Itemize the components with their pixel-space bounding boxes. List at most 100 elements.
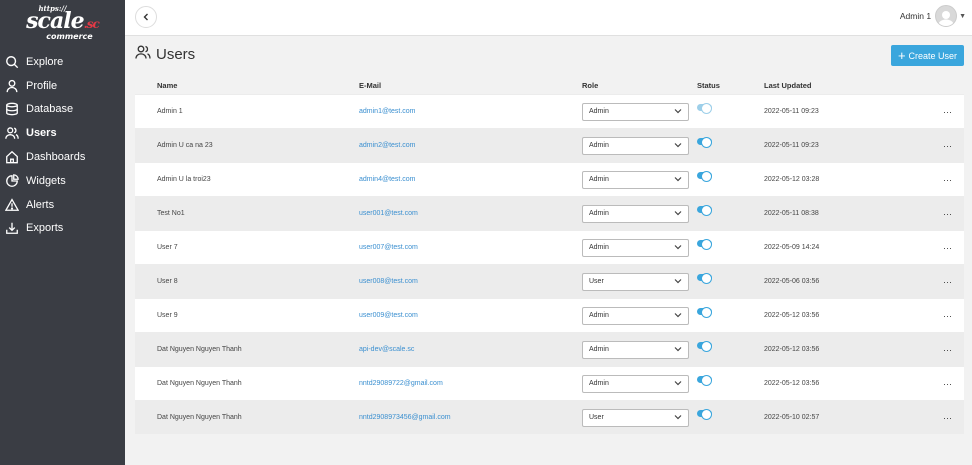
- header-role[interactable]: Role: [582, 81, 598, 90]
- sidebar: https:// scale.sc commerce Explore Profi…: [0, 0, 125, 465]
- table-row: Dat Nguyen Nguyen Thanh api-dev@scale.sc A…: [135, 332, 964, 366]
- more-actions-icon[interactable]: ···: [943, 277, 952, 287]
- sidebar-item-label: Database: [26, 103, 74, 116]
- users-table: Name E-Mail Role Status Last Updated Adm…: [135, 76, 964, 434]
- status-toggle[interactable]: [697, 171, 712, 182]
- user-email-link[interactable]: api-dev@scale.sc: [359, 346, 414, 353]
- user-email-link[interactable]: nntd29089722@gmail.com: [359, 380, 443, 387]
- last-updated-cell: 2022-05-06 03:56: [764, 278, 820, 285]
- status-toggle[interactable]: [697, 307, 712, 318]
- user-name: Admin 1: [899, 11, 932, 21]
- role-select[interactable]: Admin: [582, 204, 689, 223]
- last-updated-cell: 2022-05-10 02:57: [764, 414, 820, 421]
- last-updated-cell: 2022-05-12 03:28: [764, 176, 820, 183]
- chevron-down-icon: [674, 108, 682, 116]
- back-button[interactable]: [135, 6, 157, 28]
- database-icon: [5, 102, 19, 116]
- status-toggle[interactable]: [697, 137, 712, 148]
- create-user-button[interactable]: + Create User: [891, 45, 964, 66]
- user-name-cell: User 8: [157, 278, 178, 285]
- role-select[interactable]: Admin: [582, 340, 689, 359]
- header-last-updated[interactable]: Last Updated: [764, 81, 812, 90]
- status-toggle[interactable]: [697, 205, 712, 216]
- user-name-cell: Admin 1: [157, 108, 183, 115]
- header-status[interactable]: Status: [697, 81, 720, 90]
- more-actions-icon[interactable]: ···: [943, 107, 952, 117]
- status-toggle[interactable]: [697, 273, 712, 284]
- more-actions-icon[interactable]: ···: [943, 345, 952, 355]
- user-email-link[interactable]: user008@test.com: [359, 278, 418, 285]
- role-select[interactable]: User: [582, 408, 689, 427]
- chevron-down-icon: [674, 142, 682, 150]
- chevron-down-icon: [674, 414, 682, 422]
- logo[interactable]: https:// scale.sc commerce: [0, 0, 125, 42]
- table-row: Dat Nguyen Nguyen Thanh nntd29089722@gmai…: [135, 366, 964, 400]
- more-actions-icon[interactable]: ···: [943, 141, 952, 151]
- table-row: Admin U la troi23 admin4@test.com Admin 202…: [135, 162, 964, 196]
- role-select-value: Admin: [589, 380, 609, 387]
- role-select[interactable]: Admin: [582, 136, 689, 155]
- table-header: Name E-Mail Role Status Last Updated: [135, 76, 964, 94]
- user-menu[interactable]: Admin 1 ▼: [900, 5, 966, 27]
- last-updated-cell: 2022-05-12 03:56: [764, 312, 820, 319]
- role-select[interactable]: Admin: [582, 374, 689, 393]
- user-email-link[interactable]: user007@test.com: [359, 244, 418, 251]
- user-name-cell: Test No1: [157, 210, 185, 217]
- status-toggle[interactable]: [697, 375, 712, 386]
- user-email-link[interactable]: nntd2908973456@gmail.com: [359, 414, 451, 421]
- last-updated-cell: 2022-05-11 08:38: [764, 210, 819, 217]
- sidebar-item-dashboards[interactable]: Dashboards: [0, 145, 125, 169]
- role-select[interactable]: Admin: [582, 238, 689, 257]
- more-actions-icon[interactable]: ···: [943, 175, 952, 185]
- more-actions-icon[interactable]: ···: [943, 413, 952, 423]
- header-name[interactable]: Name: [157, 81, 177, 90]
- sidebar-item-label: Alerts: [26, 198, 55, 211]
- role-select-value: User: [589, 414, 604, 421]
- role-select[interactable]: User: [582, 272, 689, 291]
- role-select[interactable]: Admin: [582, 170, 689, 189]
- create-user-label: Create User: [908, 50, 958, 61]
- sidebar-item-label: Dashboards: [26, 151, 86, 164]
- user-name-cell: Admin U la troi23: [157, 176, 211, 183]
- user-name-cell: User 7: [157, 244, 178, 251]
- user-email-link[interactable]: user001@test.com: [359, 210, 418, 217]
- last-updated-cell: 2022-05-12 03:56: [764, 346, 820, 353]
- table-row: Admin 1 admin1@test.com Admin 2022-05-11 09…: [135, 94, 964, 128]
- last-updated-cell: 2022-05-12 03:56: [764, 380, 820, 387]
- more-actions-icon[interactable]: ···: [943, 209, 952, 219]
- table-row: Test No1 user001@test.com Admin 2022-05-11 …: [135, 196, 964, 230]
- user-email-link[interactable]: admin2@test.com: [359, 142, 416, 149]
- sidebar-item-alerts[interactable]: Alerts: [0, 193, 125, 217]
- user-email-link[interactable]: admin4@test.com: [359, 176, 416, 183]
- role-select[interactable]: Admin: [582, 102, 689, 121]
- sidebar-item-explore[interactable]: Explore: [0, 50, 125, 74]
- page-title: Users: [156, 46, 196, 63]
- table-row: Dat Nguyen Nguyen Thanh nntd2908973456@gm…: [135, 400, 964, 434]
- sidebar-item-widgets[interactable]: Widgets: [0, 169, 125, 193]
- role-select-value: Admin: [589, 108, 609, 115]
- chevron-down-icon: [674, 176, 682, 184]
- status-toggle[interactable]: [697, 341, 712, 352]
- user-name-cell: Dat Nguyen Nguyen Thanh: [157, 414, 242, 421]
- more-actions-icon[interactable]: ···: [943, 243, 952, 253]
- more-actions-icon[interactable]: ···: [943, 379, 952, 389]
- page-header: Users: [135, 44, 195, 65]
- status-toggle[interactable]: [697, 103, 712, 114]
- user-email-link[interactable]: admin1@test.com: [359, 108, 416, 115]
- role-select-value: Admin: [589, 346, 609, 353]
- user-email-link[interactable]: user009@test.com: [359, 312, 418, 319]
- search-icon: [5, 55, 19, 69]
- sidebar-item-exports[interactable]: Exports: [0, 217, 125, 241]
- sidebar-item-profile[interactable]: Profile: [0, 74, 125, 98]
- sidebar-item-users[interactable]: Users: [0, 121, 125, 145]
- chevron-down-icon: ▼: [959, 12, 966, 20]
- sidebar-item-database[interactable]: Database: [0, 98, 125, 122]
- status-toggle[interactable]: [697, 239, 712, 250]
- more-actions-icon[interactable]: ···: [943, 311, 952, 321]
- sidebar-item-label: Widgets: [26, 174, 66, 187]
- users-icon: [5, 126, 19, 140]
- table-row: Admin U ca na 23 admin2@test.com Admin 2022…: [135, 128, 964, 162]
- status-toggle[interactable]: [697, 409, 712, 420]
- header-email[interactable]: E-Mail: [359, 81, 381, 90]
- role-select[interactable]: Admin: [582, 306, 689, 325]
